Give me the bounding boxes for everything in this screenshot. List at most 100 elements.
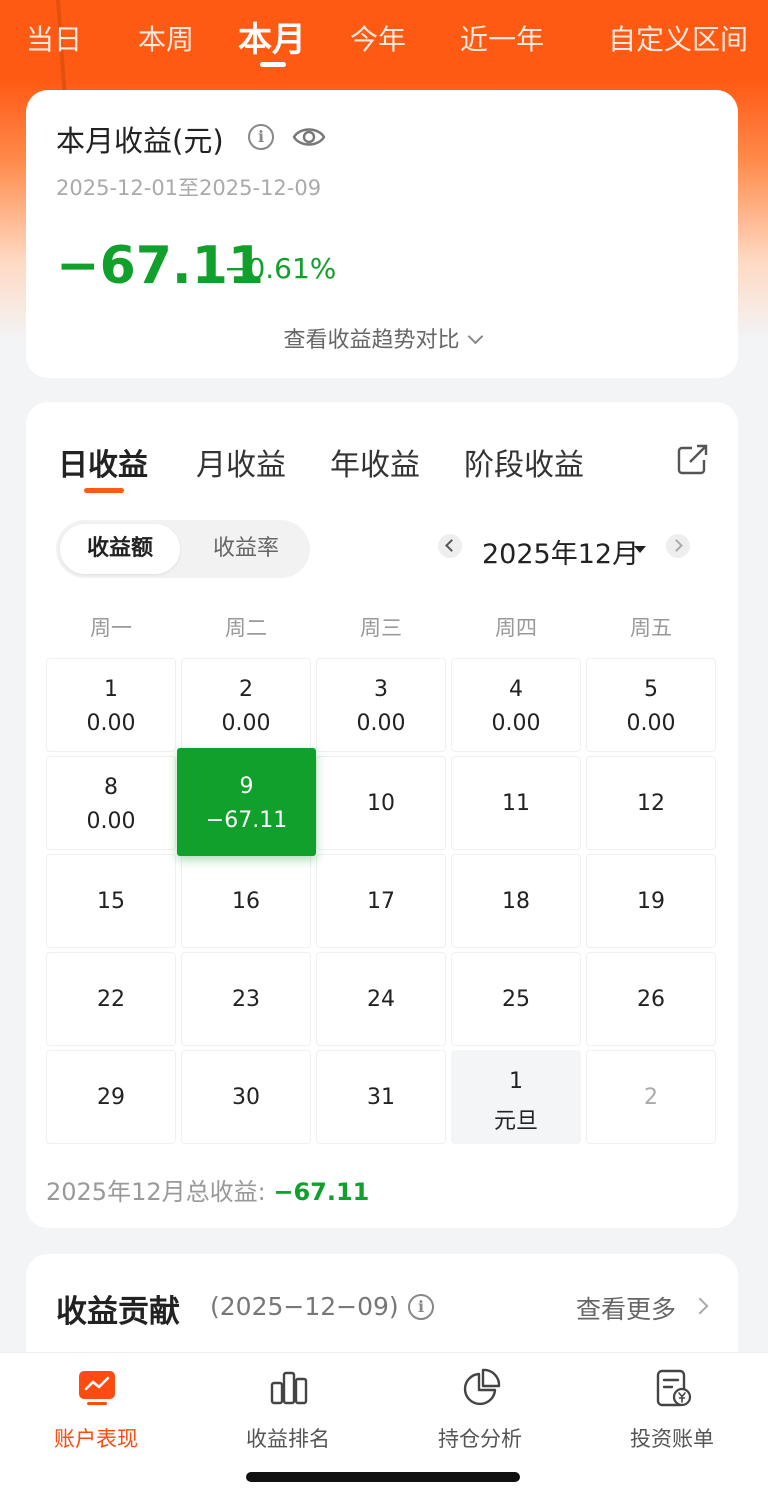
cell-date: 1	[104, 677, 118, 702]
calendar-cell[interactable]: 29	[46, 1050, 176, 1144]
nav-investment-bill[interactable]: 投资账单	[576, 1353, 768, 1463]
next-month-button[interactable]	[666, 534, 690, 558]
tab-week[interactable]: 本周	[138, 18, 194, 58]
cell-date: 22	[97, 987, 125, 1012]
tab-last-year[interactable]: 近一年	[460, 18, 544, 58]
cell-date: 2	[644, 1085, 658, 1110]
nav-profit-ranking[interactable]: 收益排名	[192, 1353, 384, 1463]
info-icon[interactable]: i	[248, 124, 274, 150]
summary-card: 本月收益(元) i 2025-12-01至2025-12-09 −67.11 −…	[26, 90, 738, 378]
calendar-cell[interactable]: 31	[316, 1050, 446, 1144]
weekday-tue: 周二	[225, 616, 267, 640]
calendar-cell[interactable]: 26	[586, 952, 716, 1046]
share-icon[interactable]	[676, 442, 710, 476]
trend-compare-link[interactable]: 查看收益趋势对比	[26, 322, 738, 354]
tab-year[interactable]: 今年	[350, 18, 406, 58]
calendar-cell[interactable]: 4 0.00	[451, 658, 581, 752]
info-icon[interactable]: i	[408, 1294, 434, 1320]
calendar-cell-selected[interactable]: 9 −67.11	[177, 748, 316, 856]
bill-icon	[656, 1369, 692, 1407]
calendar-cell[interactable]: 30	[181, 1050, 311, 1144]
cell-date: 12	[637, 791, 665, 816]
holiday-label: 元旦	[493, 1109, 538, 1134]
month-total: 2025年12月总收益: −67.11	[46, 1172, 369, 1207]
toggle-rate[interactable]: 收益率	[186, 524, 306, 574]
amount-rate-toggle: 收益额 收益率	[56, 520, 310, 578]
cell-date: 19	[637, 889, 665, 914]
chevron-down-icon	[467, 328, 483, 345]
calendar-cell[interactable]: 5 0.00	[586, 658, 716, 752]
bar-chart-icon	[270, 1371, 308, 1405]
cell-value: 0.00	[221, 711, 271, 736]
cell-date: 16	[232, 889, 260, 914]
calendar-cell[interactable]: 2	[586, 1050, 716, 1144]
toggle-amount[interactable]: 收益额	[60, 524, 180, 574]
cell-date: 5	[644, 677, 658, 702]
cell-date: 31	[367, 1085, 395, 1110]
nav-label: 持仓分析	[438, 1427, 522, 1451]
prev-month-button[interactable]	[438, 534, 462, 558]
nav-label: 收益排名	[246, 1427, 330, 1451]
weekday-fri: 周五	[630, 616, 672, 640]
calendar-cell[interactable]: 8 0.00	[46, 756, 176, 850]
cell-date: 2	[239, 677, 253, 702]
calendar-cell[interactable]: 16	[181, 854, 311, 948]
see-more-link[interactable]: 查看更多	[576, 1290, 676, 1326]
cell-value: 0.00	[86, 711, 136, 736]
nav-account-performance[interactable]: 账户表现	[0, 1353, 192, 1463]
cell-date: 18	[502, 889, 530, 914]
calendar-cell[interactable]: 19	[586, 854, 716, 948]
calendar-cell-holiday[interactable]: 1 元旦	[451, 1050, 581, 1144]
cell-date: 30	[232, 1085, 260, 1110]
calendar-cell[interactable]: 1 0.00	[46, 658, 176, 752]
cell-date: 1	[509, 1069, 523, 1094]
tab-month[interactable]: 本月	[238, 12, 306, 61]
tab-today[interactable]: 当日	[26, 18, 82, 58]
cell-value: 0.00	[356, 711, 406, 736]
summary-title: 本月收益(元)	[56, 124, 224, 158]
cell-value: −67.11	[205, 808, 288, 833]
tab-monthly[interactable]: 月收益	[196, 440, 286, 484]
tab-custom-range[interactable]: 自定义区间	[608, 18, 748, 58]
nav-label: 投资账单	[630, 1427, 714, 1451]
cell-value: 0.00	[626, 711, 676, 736]
tab-stage[interactable]: 阶段收益	[464, 440, 584, 484]
profit-rate: −0.61%	[224, 252, 337, 285]
nav-label: 账户表现	[54, 1427, 138, 1451]
pie-chart-icon	[463, 1368, 501, 1406]
tab-yearly[interactable]: 年收益	[330, 440, 420, 484]
month-selector[interactable]: 2025年12月	[482, 532, 639, 571]
home-indicator	[246, 1472, 520, 1482]
calendar-cell[interactable]: 15	[46, 854, 176, 948]
cell-date: 10	[367, 791, 395, 816]
cell-date: 15	[97, 889, 125, 914]
chart-monitor-icon	[79, 1371, 115, 1405]
calendar-cell[interactable]: 23	[181, 952, 311, 1046]
month-total-value: −67.11	[273, 1178, 370, 1206]
calendar-cell[interactable]: 2 0.00	[181, 658, 311, 752]
calendar-cell[interactable]: 10	[316, 756, 446, 850]
cell-date: 24	[367, 987, 395, 1012]
calendar-cell[interactable]: 11	[451, 756, 581, 850]
calendar-cell[interactable]: 3 0.00	[316, 658, 446, 752]
nav-holdings-analysis[interactable]: 持仓分析	[384, 1353, 576, 1463]
calendar-cell[interactable]: 25	[451, 952, 581, 1046]
tab-daily[interactable]: 日收益	[58, 440, 148, 484]
period-tabs: 当日 本周 本月 今年 近一年 自定义区间	[0, 0, 768, 80]
cell-date: 23	[232, 987, 260, 1012]
calendar-cell[interactable]: 12	[586, 756, 716, 850]
chevron-right-icon	[691, 1297, 709, 1315]
date-range: 2025-12-01至2025-12-09	[56, 176, 322, 200]
eye-icon[interactable]	[292, 124, 326, 150]
calendar-cell[interactable]: 22	[46, 952, 176, 1046]
calendar-cell[interactable]: 24	[316, 952, 446, 1046]
trend-compare-label: 查看收益趋势对比	[283, 328, 460, 353]
cell-date: 17	[367, 889, 395, 914]
cell-date: 25	[502, 987, 530, 1012]
calendar-cell[interactable]: 18	[451, 854, 581, 948]
contribution-title: 收益贡献	[56, 1294, 180, 1330]
calendar-cell[interactable]: 17	[316, 854, 446, 948]
cell-date: 4	[509, 677, 523, 702]
cell-date: 29	[97, 1085, 125, 1110]
calendar-card: 日收益 月收益 年收益 阶段收益 收益额 收益率 2025年12月 周一 周二 …	[26, 402, 738, 1228]
